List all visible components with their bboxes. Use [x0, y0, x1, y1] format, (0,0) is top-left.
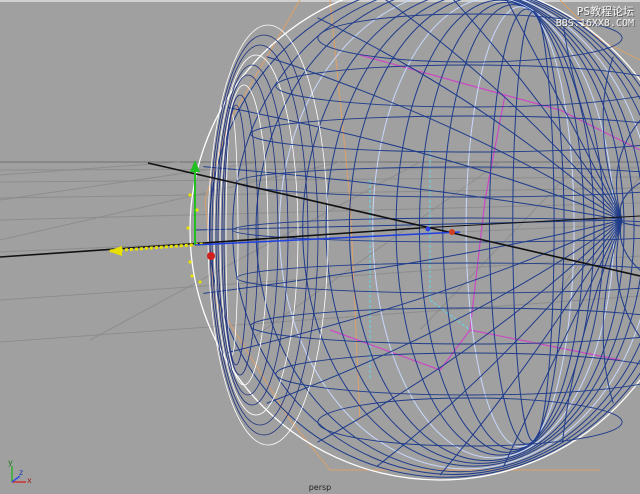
axis-y-label: y [8, 458, 13, 467]
axis-z-label: z [19, 468, 24, 477]
pivot-point-icon[interactable] [207, 252, 215, 260]
watermark-url: BBS.16XX8.COM [555, 18, 634, 29]
persp-viewport[interactable]: PS教程论坛 BBS.16XX8.COM y x z persp [0, 0, 640, 494]
rotate-handle-icon[interactable] [425, 226, 431, 232]
watermark-title: PS教程论坛 [576, 5, 634, 18]
camera-name-label: persp [308, 483, 332, 492]
watermark: PS教程论坛 BBS.16XX8.COM [556, 6, 634, 30]
3d-scene[interactable] [0, 0, 640, 494]
ground-grid [0, 161, 640, 343]
scale-handle-icon[interactable] [449, 229, 455, 235]
